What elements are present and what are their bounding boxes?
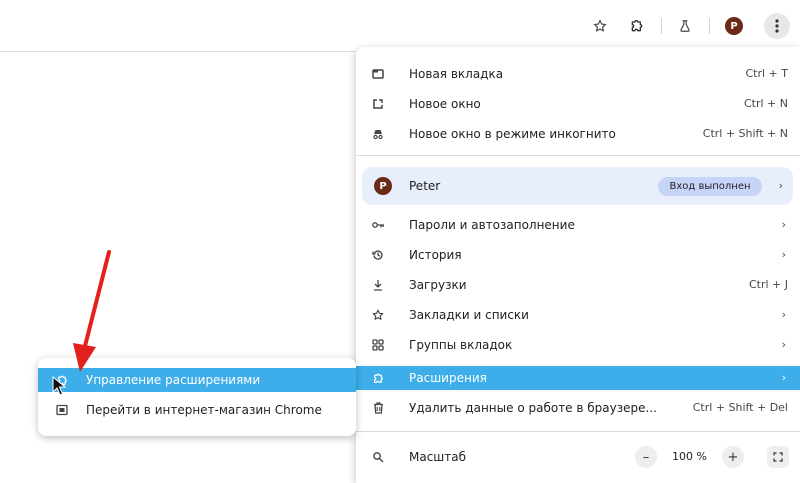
- menu-item-zoom: Масштаб – 100 % +: [356, 445, 800, 469]
- menu-item-new-window[interactable]: Новое окно Ctrl + N: [356, 92, 800, 116]
- menu-item-label: Загрузки: [409, 278, 467, 292]
- zoom-level: 100 %: [672, 450, 707, 463]
- new-window-icon: [370, 96, 386, 112]
- submenu-item-label: Перейти в интернет-магазин Chrome: [86, 403, 322, 417]
- chevron-right-icon: ›: [781, 338, 786, 351]
- menu-item-profile[interactable]: P Peter Вход выполнен ›: [362, 167, 793, 205]
- key-icon: [370, 217, 386, 233]
- chevron-right-icon: ›: [781, 371, 786, 384]
- tab-groups-icon: [370, 337, 386, 353]
- menu-item-shortcut: Ctrl + T: [745, 67, 788, 80]
- zoom-in-button[interactable]: +: [722, 446, 744, 468]
- browser-toolbar: P: [0, 0, 800, 52]
- toolbar-divider: [0, 51, 356, 52]
- zoom-magnifier-icon: [370, 449, 386, 465]
- extensions-puzzle-icon: [370, 370, 386, 386]
- history-icon: [370, 247, 386, 263]
- browser-window: P Новая вкладка Ctrl + T Новое окно Ctrl…: [0, 0, 800, 483]
- download-icon: [370, 277, 386, 293]
- toolbar-separator: [709, 18, 710, 34]
- menu-separator: [356, 155, 800, 156]
- menu-item-history[interactable]: История ›: [356, 243, 800, 267]
- fullscreen-icon[interactable]: [767, 446, 789, 468]
- profile-avatar-button[interactable]: P: [721, 13, 747, 39]
- trash-icon: [370, 400, 386, 416]
- submenu-item-web-store[interactable]: Перейти в интернет-магазин Chrome: [42, 398, 356, 422]
- star-icon: [370, 307, 386, 323]
- web-store-icon: [54, 402, 70, 418]
- menu-item-tab-groups[interactable]: Группы вкладок ›: [356, 333, 800, 357]
- menu-item-label: Новое окно: [409, 97, 481, 111]
- extensions-puzzle-icon[interactable]: [624, 13, 650, 39]
- menu-item-label: Группы вкладок: [409, 338, 513, 352]
- avatar: P: [374, 177, 392, 195]
- chevron-right-icon: ›: [778, 179, 783, 192]
- menu-item-shortcut: Ctrl + J: [748, 278, 788, 291]
- menu-item-label: Новая вкладка: [409, 67, 504, 81]
- menu-item-label: Масштаб: [409, 450, 467, 464]
- menu-item-shortcut: Ctrl + N: [743, 97, 788, 110]
- menu-item-shortcut: Ctrl + Shift + N: [702, 127, 788, 140]
- menu-item-clear-data[interactable]: Удалить данные о работе в браузере... Ct…: [356, 396, 800, 420]
- annotation-arrow-shaft: [82, 250, 111, 352]
- menu-item-downloads[interactable]: Загрузки Ctrl + J: [356, 273, 800, 297]
- menu-item-label: Закладки и списки: [409, 308, 529, 322]
- incognito-icon: [370, 126, 386, 142]
- menu-item-label: Пароли и автозаполнение: [409, 218, 575, 232]
- submenu-item-label: Управление расширениями: [86, 373, 261, 387]
- zoom-out-button[interactable]: –: [635, 446, 657, 468]
- new-tab-icon: [370, 66, 386, 82]
- extensions-submenu: Управление расширениями Перейти в интерн…: [38, 358, 356, 436]
- menu-item-shortcut: Ctrl + Shift + Del: [692, 401, 788, 414]
- menu-separator: [356, 431, 800, 432]
- menu-item-bookmarks[interactable]: Закладки и списки ›: [356, 303, 800, 327]
- menu-item-incognito[interactable]: Новое окно в режиме инкогнито Ctrl + Shi…: [356, 122, 800, 146]
- star-icon[interactable]: [587, 13, 613, 39]
- kebab-menu-icon[interactable]: [764, 13, 790, 39]
- menu-item-passwords[interactable]: Пароли и автозаполнение ›: [356, 213, 800, 237]
- chevron-right-icon: ›: [781, 218, 786, 231]
- menu-item-label: Расширения: [409, 371, 487, 385]
- menu-item-new-tab[interactable]: Новая вкладка Ctrl + T: [356, 62, 800, 86]
- submenu-item-manage-extensions[interactable]: Управление расширениями: [38, 368, 356, 392]
- menu-item-label: Удалить данные о работе в браузере...: [409, 401, 657, 415]
- chevron-right-icon: ›: [781, 308, 786, 321]
- mouse-cursor-icon: [52, 376, 66, 396]
- toolbar-separator: [661, 18, 662, 34]
- menu-item-label: Новое окно в режиме инкогнито: [409, 127, 616, 141]
- profile-name: Peter: [409, 179, 441, 193]
- menu-item-label: История: [409, 248, 462, 262]
- chevron-right-icon: ›: [781, 248, 786, 261]
- labs-flask-icon[interactable]: [672, 13, 698, 39]
- menu-item-extensions[interactable]: Расширения ›: [356, 366, 800, 390]
- signed-in-badge: Вход выполнен: [658, 177, 762, 196]
- chrome-main-menu: Новая вкладка Ctrl + T Новое окно Ctrl +…: [356, 47, 800, 483]
- avatar: P: [725, 17, 743, 35]
